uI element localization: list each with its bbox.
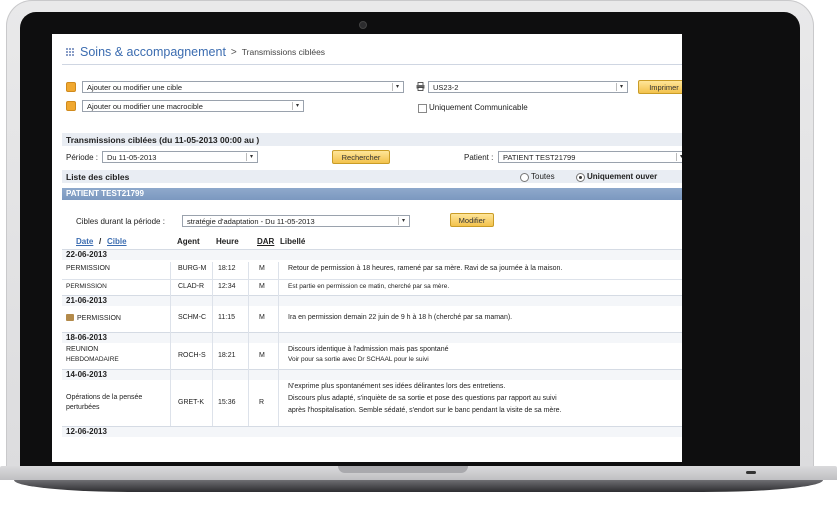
grid-icon[interactable] xyxy=(66,47,75,57)
col-header-date[interactable]: Date xyxy=(76,237,93,246)
cell-agent: GRET-K xyxy=(178,399,205,406)
cell-dar: R xyxy=(259,399,265,406)
cell-libelle-2: Voir pour sa sortie avec Dr SCHAAL pour … xyxy=(288,356,429,363)
macrocible-select[interactable]: Ajouter ou modifier une macrocible ▾ xyxy=(82,100,304,112)
patient-band: PATIENT TEST21799 xyxy=(62,188,682,200)
radio-open[interactable] xyxy=(576,173,585,182)
cell-heure: 18:12 xyxy=(218,265,236,272)
cell-agent: CLAD-R xyxy=(178,283,205,290)
cell-heure: 11:15 xyxy=(218,314,235,321)
cell-dar: M xyxy=(259,265,265,272)
base-top xyxy=(0,466,837,480)
chevron-down-icon: ▾ xyxy=(616,83,626,91)
periode-label: Période : xyxy=(66,153,99,162)
cible-add-icon xyxy=(66,82,76,92)
cell-cible: PERMISSION xyxy=(66,314,121,322)
list-title: Liste des cibles xyxy=(66,172,130,182)
row-divider xyxy=(62,279,682,280)
print-button[interactable]: Imprimer xyxy=(638,80,682,94)
col-header-heure: Heure xyxy=(216,237,239,246)
cibles-select[interactable]: stratégie d'adaptation - Du 11-05-2013 ▾ xyxy=(182,215,410,227)
cible-select[interactable]: Ajouter ou modifier une cible ▾ xyxy=(82,81,404,93)
base-notch xyxy=(338,466,468,473)
col-divider xyxy=(248,262,249,426)
cibles-label: Cibles durant la période : xyxy=(76,217,165,226)
modify-button[interactable]: Modifier xyxy=(450,213,494,227)
communicable-checkbox[interactable] xyxy=(418,104,427,113)
cell-dar: M xyxy=(259,352,265,359)
chevron-down-icon: ▾ xyxy=(676,153,682,161)
cibles-select-value: stratégie d'adaptation - Du 11-05-2013 xyxy=(187,217,315,226)
chevron-down-icon: ▾ xyxy=(292,102,302,110)
app-screen: Soins & accompagnement > Transmissions c… xyxy=(52,34,682,462)
radio-all-label: Toutes xyxy=(531,172,555,181)
macrocible-add-icon xyxy=(66,101,76,111)
cell-libelle: Retour de permission à 18 heures, ramené… xyxy=(288,265,563,272)
cell-cible: PERMISSION xyxy=(66,265,110,272)
date-row: 18-06-2013 xyxy=(62,332,682,343)
cible-select-value: Ajouter ou modifier une cible xyxy=(87,83,183,92)
camera-icon xyxy=(359,21,367,29)
filter-section-title: Transmissions ciblées (du 11-05-2013 00:… xyxy=(66,135,260,145)
breadcrumb-separator: > xyxy=(230,46,237,58)
col-header-dar[interactable]: DAR xyxy=(257,237,274,246)
col-divider xyxy=(212,262,213,426)
communicable-label: Uniquement Communicable xyxy=(429,103,528,112)
breadcrumb-title[interactable]: Soins & accompagnement xyxy=(80,45,226,59)
chevron-down-icon: ▾ xyxy=(246,153,256,161)
cell-libelle: Ira en permission demain 22 juin de 9 h … xyxy=(288,314,513,321)
col-divider xyxy=(170,262,171,426)
breadcrumb-current: Transmissions ciblées xyxy=(241,47,326,57)
cell-libelle: N'exprime plus spontanément ses idées dé… xyxy=(288,383,506,390)
chevron-down-icon: ▾ xyxy=(392,83,402,91)
cell-dar: M xyxy=(259,314,265,321)
folder-icon xyxy=(66,314,74,321)
cell-libelle: Discours identique à l'admission mais pa… xyxy=(288,346,449,353)
patient-select-value: PATIENT TEST21799 xyxy=(503,153,576,162)
macrocible-select-value: Ajouter ou modifier une macrocible xyxy=(87,102,203,111)
cell-heure: 12:34 xyxy=(218,283,236,290)
breadcrumb: Soins & accompagnement > Transmissions c… xyxy=(66,42,325,62)
date-row: 21-06-2013 xyxy=(62,295,682,306)
unit-select[interactable]: US23-2 ▾ xyxy=(428,81,628,93)
cell-cible: REUNION xyxy=(66,346,99,353)
cell-agent: BURG-M xyxy=(178,265,207,272)
col-divider xyxy=(278,262,279,426)
patient-label: Patient : xyxy=(464,153,494,162)
date-row: 22-06-2013 xyxy=(62,249,682,260)
cell-libelle-2: Discours plus adapté, s'inquiète de sa s… xyxy=(288,395,557,402)
unit-select-value: US23-2 xyxy=(433,83,459,92)
col-header-libelle: Libellé xyxy=(280,237,306,246)
col-header-slash: / xyxy=(99,237,102,246)
printer-icon[interactable] xyxy=(416,82,425,91)
periode-select[interactable]: Du 11-05-2013 ▾ xyxy=(102,151,258,163)
search-button[interactable]: Rechercher xyxy=(332,150,390,164)
cell-heure: 15:36 xyxy=(218,399,236,406)
patient-select[interactable]: PATIENT TEST21799 ▾ xyxy=(498,151,682,163)
cell-cible-2: perturbées xyxy=(66,404,100,411)
date-row: 14-06-2013 xyxy=(62,369,682,380)
radio-open-label: Uniquement ouver xyxy=(587,172,658,181)
divider xyxy=(62,64,682,65)
cell-dar: M xyxy=(259,283,265,290)
cell-heure: 18:21 xyxy=(218,352,236,359)
cell-libelle: Est partie en permission ce matin, cherc… xyxy=(288,283,450,290)
cell-agent: ROCH-S xyxy=(178,352,206,359)
laptop-base xyxy=(0,466,837,506)
cell-cible: PERMISSION xyxy=(66,283,107,290)
chevron-down-icon: ▾ xyxy=(398,217,408,225)
cell-agent: SCHM-C xyxy=(178,314,206,321)
status-led xyxy=(746,471,756,474)
col-header-agent: Agent xyxy=(177,237,200,246)
cell-cible: Opérations de la pensée xyxy=(66,394,143,401)
col-header-cible[interactable]: Cible xyxy=(107,237,127,246)
radio-all[interactable] xyxy=(520,173,529,182)
date-row: 12-06-2013 xyxy=(62,426,682,437)
periode-select-value: Du 11-05-2013 xyxy=(107,153,157,162)
cell-cible-text: PERMISSION xyxy=(77,315,121,322)
cell-cible-2: HEBDOMADAIRE xyxy=(66,356,119,363)
base-bottom xyxy=(14,480,823,492)
cell-libelle-3: après l'hospitalisation. Semble sédaté, … xyxy=(288,407,562,414)
